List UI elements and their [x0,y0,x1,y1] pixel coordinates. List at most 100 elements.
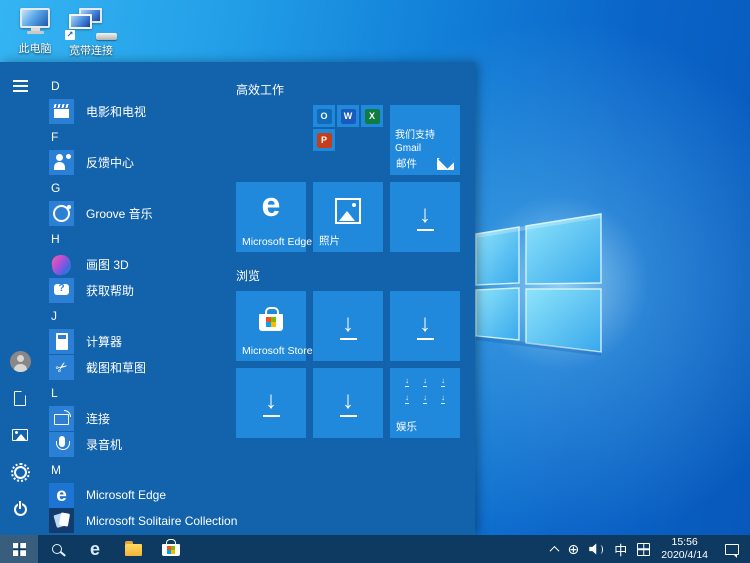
app-label: 电影和电视 [86,103,146,120]
app-list: D 电影和电视 F 反馈中心 G Groove 音乐 H 画图 3D 获取帮助 … [44,73,232,534]
date-label: 2020/4/14 [661,549,708,562]
expand-menu-button[interactable] [0,74,40,98]
windows-squares-icon [167,546,175,554]
download-arrow-icon: ↓ [313,291,383,361]
app-item-connect[interactable]: 连接 [44,406,232,432]
hamburger-icon [13,85,28,87]
this-pc-icon [6,8,64,38]
account-button[interactable] [0,349,40,373]
app-group-letter-j[interactable]: J [44,303,232,329]
taskbar-edge-button[interactable]: e [76,535,114,563]
gear-icon [14,466,27,479]
mini-download-icon: ↓ [405,394,409,404]
ime-language-button[interactable]: 中 [609,535,632,563]
solitaire-icon [49,508,74,533]
tile-pending-download-3[interactable]: ↓ [390,291,460,361]
shortcut-arrow-icon [65,30,75,40]
tile-excel[interactable]: X [361,105,383,127]
arrow-glyph: ↓ [342,312,354,336]
tile-group-header-productivity[interactable]: 高效工作 [236,78,460,98]
tile-label: 娱乐 [396,419,417,434]
ime-keyboard-button[interactable] [632,535,655,563]
modem-shape [96,33,117,40]
tile-microsoft-store[interactable]: Microsoft Store [236,291,306,361]
app-group-letter-m[interactable]: M [44,457,232,483]
show-hidden-icons-button[interactable] [546,535,563,563]
tile-entertainment-folder[interactable]: ↓ ↓ ↓ ↓ ↓ ↓ 娱乐 [390,368,460,438]
chevron-up-icon [549,545,559,555]
start-button[interactable] [0,535,38,563]
desktop-icon-this-pc[interactable]: 此电脑 [6,8,64,56]
pictures-button[interactable] [0,423,40,447]
app-item-solitaire[interactable]: Microsoft Solitaire Collection [44,508,232,534]
clock[interactable]: 15:56 2020/4/14 [655,535,714,563]
app-label: 画图 3D [86,256,129,273]
tile-word[interactable]: W [337,105,359,127]
app-item-movies-tv[interactable]: 电影和电视 [44,99,232,125]
app-group-letter-g[interactable]: G [44,175,232,201]
app-label: Groove 音乐 [86,205,153,222]
mail-tile-message: 我们支持 Gmail [395,129,456,155]
arrow-glyph: ↓ [265,389,277,413]
mini-download-icon: ↓ [441,377,445,387]
system-tray: ⊕ 中 15:56 2020/4/14 [546,535,750,563]
arrow-glyph: ↓ [419,203,431,227]
search-button[interactable] [38,535,76,563]
app-label: 录音机 [86,436,122,453]
app-item-groove-music[interactable]: Groove 音乐 [44,201,232,227]
app-item-voice-recorder[interactable]: 录音机 [44,431,232,457]
tile-label: 照片 [319,233,340,248]
mail-envelope-icon [437,158,454,170]
mini-download-icon: ↓ [405,377,409,387]
app-item-feedback-hub[interactable]: 反馈中心 [44,150,232,176]
app-label: 连接 [86,410,110,427]
network-button[interactable]: ⊕ [563,535,585,563]
app-group-letter-d[interactable]: D [44,73,232,99]
connect-icon [49,406,74,431]
settings-button[interactable] [0,460,40,484]
action-center-button[interactable] [714,535,750,563]
app-item-get-help[interactable]: 获取帮助 [44,278,232,304]
mini-download-grid-icon: ↓ ↓ ↓ ↓ ↓ ↓ [398,377,452,404]
tile-photos[interactable]: 照片 [313,182,383,252]
app-group-letter-l[interactable]: L [44,380,232,406]
documents-button[interactable] [0,386,40,410]
start-menu: D 电影和电视 F 反馈中心 G Groove 音乐 H 画图 3D 获取帮助 … [0,62,475,535]
app-item-paint-3d[interactable]: 画图 3D [44,252,232,278]
touch-keyboard-icon [637,543,650,556]
store-bag-icon [259,314,283,331]
tile-microsoft-edge[interactable]: e Microsoft Edge [236,182,306,252]
search-icon [52,544,62,554]
taskbar-spacer [190,535,546,563]
monitor-base [27,31,44,34]
tile-pending-download-5[interactable]: ↓ [313,368,383,438]
voice-recorder-icon [49,432,74,457]
edge-icon: e [90,540,100,558]
power-button[interactable] [0,497,40,521]
tile-pending-download-1[interactable]: ↓ [390,182,460,252]
store-button[interactable] [152,535,190,563]
windows-logo-icon [13,543,26,556]
excel-icon: X [365,109,380,124]
desktop-icon-broadband[interactable]: 宽带连接 [62,8,120,58]
volume-button[interactable] [584,535,609,563]
tile-group-header-browse[interactable]: 浏览 [236,264,460,284]
app-group-letter-h[interactable]: H [44,227,232,253]
arrow-underline [263,415,280,418]
download-arrow-icon: ↓ [390,182,460,252]
app-label: Microsoft Edge [86,488,166,502]
tile-outlook[interactable]: O [313,105,335,127]
tile-pending-download-2[interactable]: ↓ [313,291,383,361]
windows-squares-icon [266,317,276,327]
app-group-letter-f[interactable]: F [44,124,232,150]
tile-powerpoint[interactable]: P [313,129,335,151]
app-item-microsoft-edge[interactable]: Microsoft Edge [44,483,232,509]
mini-download-icon: ↓ [441,394,445,404]
file-explorer-button[interactable] [114,535,152,563]
tile-pending-download-4[interactable]: ↓ [236,368,306,438]
tile-mail[interactable]: 我们支持 Gmail 邮件 [390,105,460,175]
photos-icon [335,198,361,224]
user-avatar-icon [10,351,31,372]
app-item-snip-sketch[interactable]: 截图和草图 [44,355,232,381]
app-item-calculator[interactable]: 计算器 [44,329,232,355]
